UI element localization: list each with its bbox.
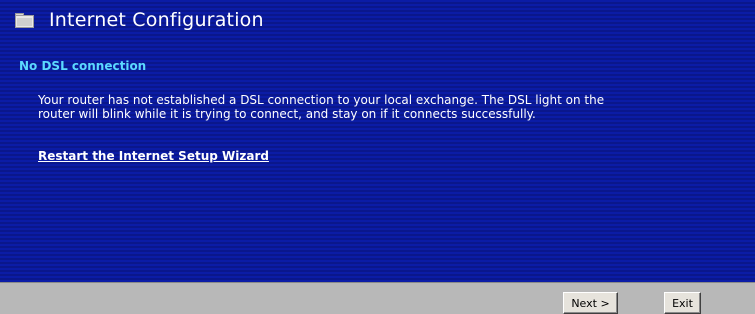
button-bar: Next > Exit [0,282,755,314]
title-bar: Internet Configuration [0,0,755,46]
status-message: Your router has not established a DSL co… [38,93,743,121]
section-heading: No DSL connection [19,59,147,73]
exit-button[interactable]: Exit [664,292,701,314]
message-line: Your router has not established a DSL co… [38,93,605,107]
next-button[interactable]: Next > [563,292,618,314]
window-title: Internet Configuration [49,9,264,31]
folder-icon [15,12,35,29]
message-line: router will blink while it is trying to … [38,107,536,121]
internet-configuration-window: Internet Configuration No DSL connection… [0,0,755,314]
restart-wizard-link[interactable]: Restart the Internet Setup Wizard [38,149,269,163]
